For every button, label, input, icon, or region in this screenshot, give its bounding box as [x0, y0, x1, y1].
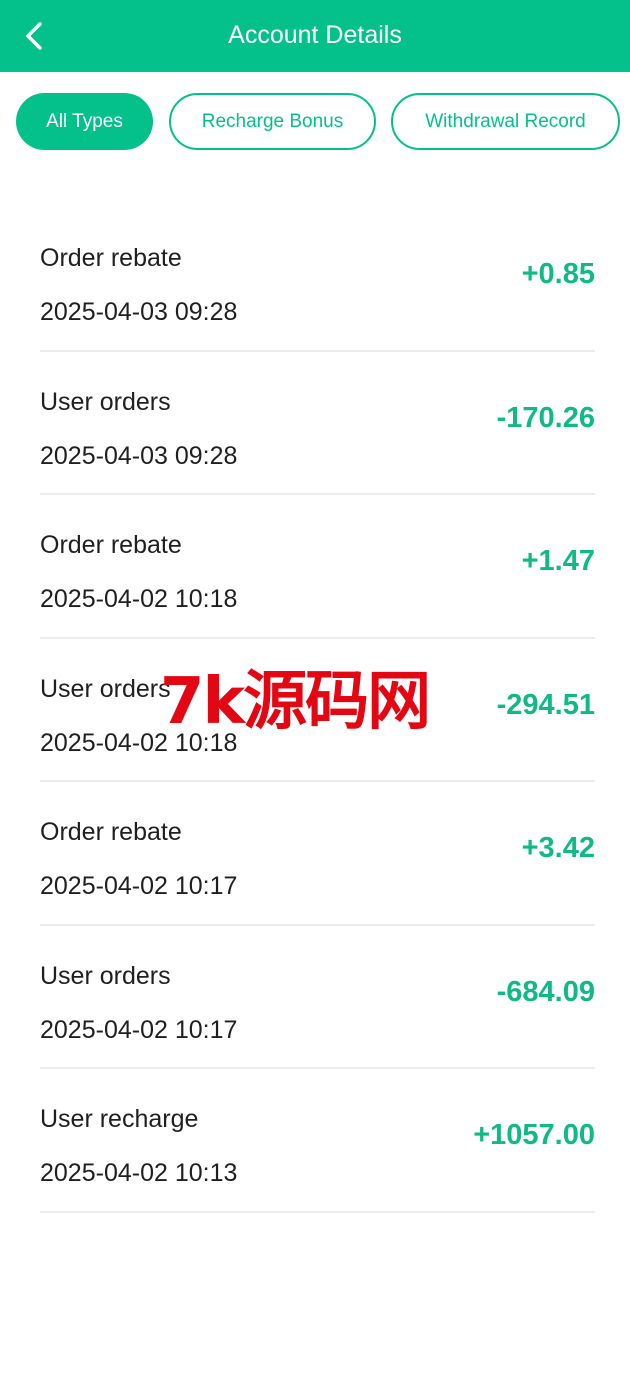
records-list: Order rebate 2025-04-03 09:28 +0.85 User…: [40, 208, 595, 1213]
record-type: Order rebate: [40, 818, 182, 846]
record-time: 2025-04-02 10:18: [40, 585, 238, 613]
record-amount: +3.42: [521, 832, 595, 864]
record-amount: -294.51: [496, 688, 595, 721]
list-item: User orders 2025-04-02 10:17 -684.09: [40, 926, 595, 1069]
record-time: 2025-04-02 10:17: [40, 872, 238, 900]
record-time: 2025-04-02 10:13: [40, 1159, 238, 1187]
record-time: 2025-04-02 10:17: [40, 1015, 238, 1044]
record-type: User orders: [40, 674, 171, 703]
list-item: Order rebate 2025-04-02 10:18 +1.47: [40, 495, 595, 639]
record-time: 2025-04-02 10:18: [40, 728, 238, 757]
record-type: User orders: [40, 387, 171, 416]
record-type: Order rebate: [40, 531, 182, 559]
page-title: Account Details: [228, 21, 402, 49]
record-time: 2025-04-03 09:28: [40, 298, 238, 326]
tab-all-types[interactable]: All Types: [16, 93, 153, 150]
record-type: User orders: [40, 961, 171, 990]
record-amount: -684.09: [496, 975, 595, 1008]
record-amount: -170.26: [496, 401, 595, 434]
app-header: Account Details: [0, 0, 630, 72]
list-item: Order rebate 2025-04-02 10:17 +3.42: [40, 782, 595, 926]
list-item: User orders 2025-04-03 09:28 -170.26: [40, 352, 595, 495]
record-amount: +0.85: [521, 258, 595, 290]
list-item: User orders 2025-04-02 10:18 -294.51: [40, 639, 595, 782]
list-item: Order rebate 2025-04-03 09:28 +0.85: [40, 208, 595, 352]
tab-recharge-bonus[interactable]: Recharge Bonus: [169, 93, 376, 150]
filter-tabs: All Types Recharge Bonus Withdrawal Reco…: [0, 93, 630, 150]
record-type: Order rebate: [40, 244, 182, 272]
record-type: User recharge: [40, 1105, 199, 1133]
record-time: 2025-04-03 09:28: [40, 441, 238, 470]
tab-withdrawal-record[interactable]: Withdrawal Record: [391, 93, 620, 150]
record-amount: +1057.00: [473, 1119, 595, 1151]
list-item: User recharge 2025-04-02 10:13 +1057.00: [40, 1069, 595, 1213]
record-amount: +1.47: [521, 545, 595, 577]
